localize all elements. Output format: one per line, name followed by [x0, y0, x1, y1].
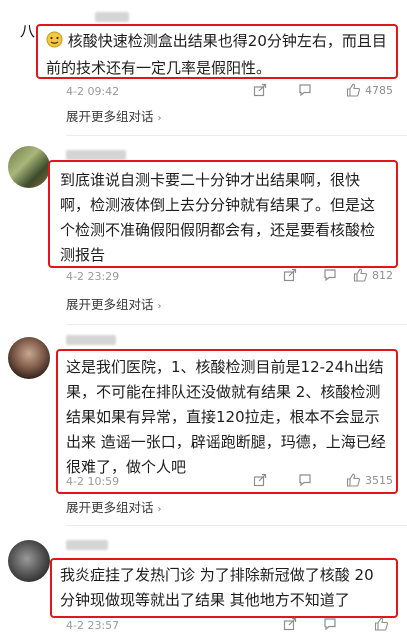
username [66, 540, 108, 550]
username [66, 150, 126, 160]
username [66, 335, 116, 345]
comment-bubble-icon [324, 618, 336, 631]
comment-4: 我炎症挂了发热门诊 为了排除新冠做了核酸 20分钟现做现等就出了结果 其他地方不… [0, 526, 407, 640]
comment-text-box: 核酸快速检测盒出结果也得20分钟左右，而且目前的技术还有一定几率是假阳性。 [36, 24, 398, 79]
expand-replies-label: 展开更多组对话 [66, 297, 154, 312]
chevron-right-icon: › [157, 301, 162, 312]
comment-3: 这是我们医院，1、核酸检测目前是12-24h出结果，不可能在排队还没做就有结果 … [0, 325, 407, 515]
thumbs-up-icon [346, 473, 361, 487]
like-count: 4785 [365, 83, 393, 97]
like-button[interactable] [374, 617, 393, 631]
comment-meta: 4-2 23:29 812 [66, 268, 397, 288]
chevron-right-icon: › [157, 113, 162, 124]
comment-2: 到底谁说自测卡要二十分钟才出结果啊，很快啊，检测液体倒上去分分钟就有结果了。但是… [0, 136, 407, 316]
comment-text: 到底谁说自测卡要二十分钟才出结果啊，很快啊，检测液体倒上去分分钟就有结果了。但是… [60, 171, 376, 264]
expand-replies-link[interactable]: 展开更多组对话 › [66, 294, 162, 313]
face-emoji-icon [46, 31, 63, 56]
share-icon [253, 473, 267, 487]
chevron-right-icon: › [157, 504, 162, 515]
avatar [8, 146, 50, 188]
timestamp: 4-2 23:29 [66, 270, 120, 283]
avatar [8, 540, 50, 582]
share-icon [253, 83, 267, 97]
share-icon [283, 617, 297, 631]
like-button[interactable]: 3515 [346, 473, 393, 487]
avatar [8, 337, 50, 379]
comment-meta: 4-2 10:59 3515 [66, 473, 397, 493]
comment-text: 这是我们医院，1、核酸检测目前是12-24h出结果，不可能在排队还没做就有结果 … [66, 358, 386, 476]
share-button[interactable] [283, 268, 297, 282]
comment-button[interactable] [323, 617, 337, 631]
comment-button[interactable] [298, 83, 312, 97]
thumbs-up-icon [374, 617, 389, 631]
comment-text: 我炎症挂了发热门诊 为了排除新冠做了核酸 20分钟现做现等就出了结果 其他地方不… [60, 566, 374, 609]
comment-text-box: 到底谁说自测卡要二十分钟才出结果啊，很快啊，检测液体倒上去分分钟就有结果了。但是… [48, 160, 398, 268]
comment-text: 核酸快速检测盒出结果也得20分钟左右，而且目前的技术还有一定几率是假阳性。 [46, 32, 387, 77]
comment-bubble-icon [299, 474, 311, 487]
comment-text-box: 我炎症挂了发热门诊 为了排除新冠做了核酸 20分钟现做现等就出了结果 其他地方不… [50, 558, 398, 618]
share-button[interactable] [283, 617, 297, 631]
expand-replies-link[interactable]: 展开更多组对话 › [66, 497, 162, 516]
comment-1: 八 核酸快速检测盒出结果也得20分钟左右，而且目前的技术还有一定几率是假阳性。 … [0, 0, 407, 125]
comment-bubble-icon [324, 269, 336, 282]
comment-feed: 八 核酸快速检测盒出结果也得20分钟左右，而且目前的技术还有一定几率是假阳性。 … [0, 0, 407, 640]
comment-meta: 4-2 23:57 [66, 617, 397, 637]
share-icon [283, 268, 297, 282]
like-count: 812 [372, 268, 393, 282]
thumbs-up-icon [346, 83, 361, 97]
expand-replies-label: 展开更多组对话 [66, 109, 154, 124]
header-symbol: 八 [20, 22, 36, 40]
username [95, 12, 129, 22]
thumbs-up-icon [353, 268, 368, 282]
like-button[interactable]: 4785 [346, 83, 393, 97]
comment-button[interactable] [298, 473, 312, 487]
share-button[interactable] [253, 83, 267, 97]
expand-replies-label: 展开更多组对话 [66, 500, 154, 515]
comment-button[interactable] [323, 268, 337, 282]
share-button[interactable] [253, 473, 267, 487]
timestamp: 4-2 09:42 [66, 85, 120, 98]
timestamp: 4-2 23:57 [66, 619, 120, 632]
comment-bubble-icon [299, 84, 311, 97]
timestamp: 4-2 10:59 [66, 475, 120, 488]
expand-replies-link[interactable]: 展开更多组对话 › [66, 106, 162, 125]
like-button[interactable]: 812 [353, 268, 393, 282]
like-count: 3515 [365, 473, 393, 487]
comment-meta: 4-2 09:42 4785 [66, 83, 397, 103]
